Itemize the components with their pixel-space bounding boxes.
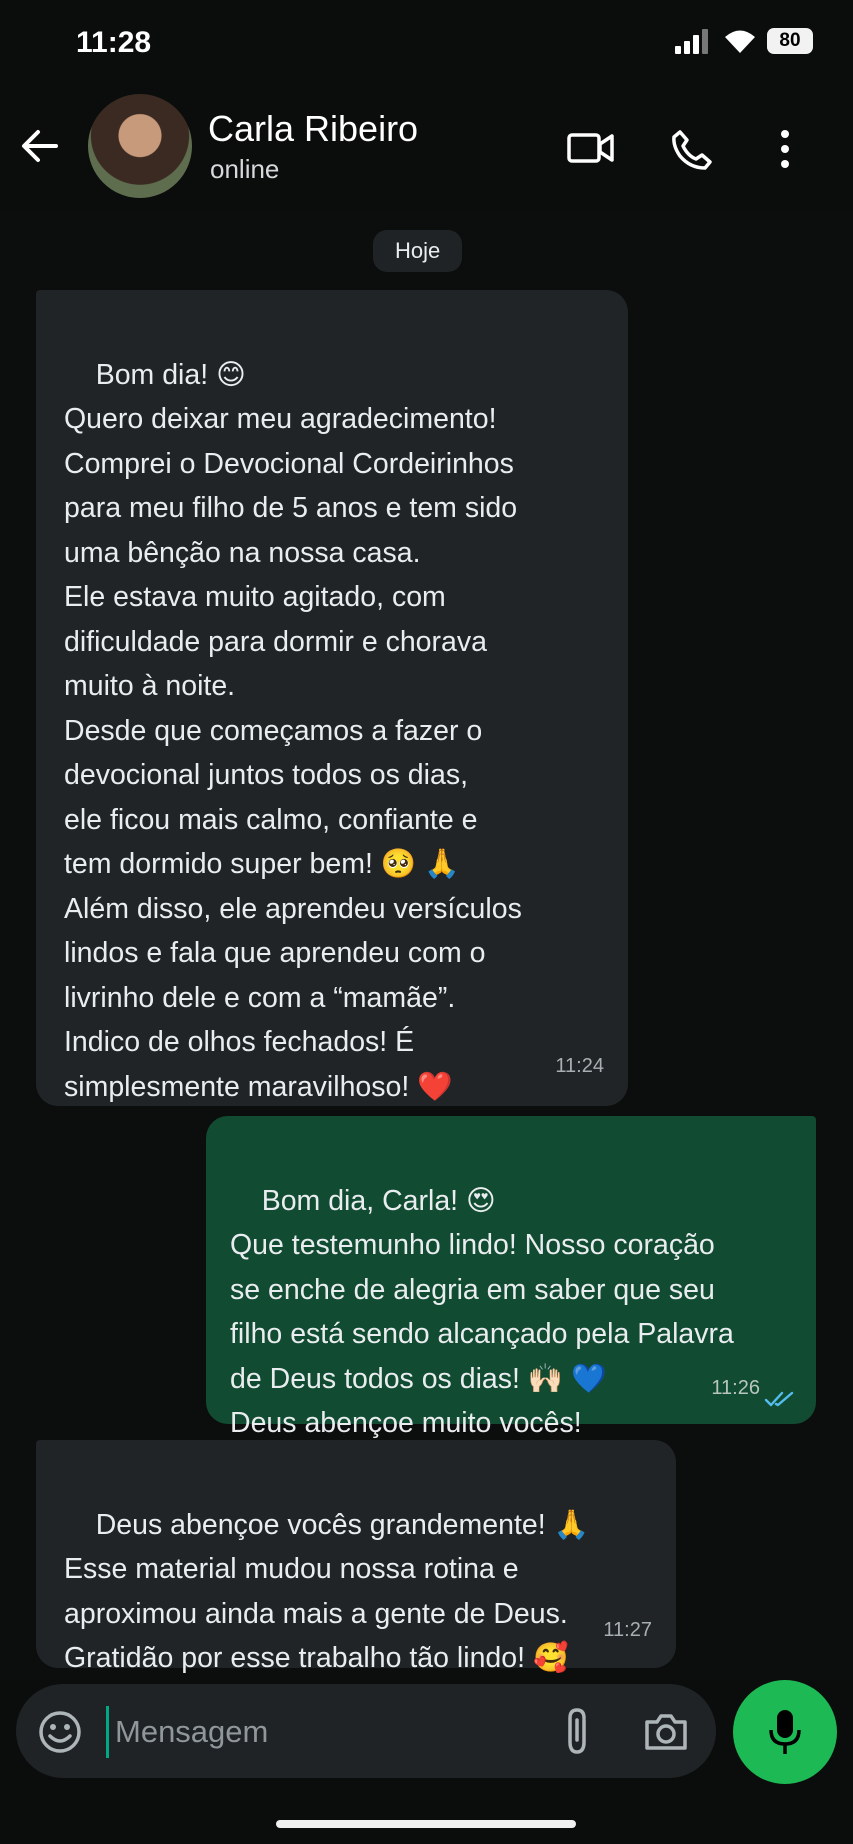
- mic-icon: [769, 1710, 801, 1754]
- status-bar: 11:28 80: [0, 0, 853, 90]
- more-vert-icon[interactable]: [775, 128, 795, 170]
- home-indicator[interactable]: [276, 1820, 576, 1828]
- attach-icon[interactable]: [562, 1706, 592, 1756]
- contact-name[interactable]: Carla Ribeiro: [208, 108, 418, 150]
- status-icons: 80: [675, 28, 813, 54]
- message-input[interactable]: [106, 1706, 557, 1758]
- avatar[interactable]: [88, 94, 192, 198]
- contact-status: online: [210, 154, 280, 184]
- video-call-icon[interactable]: [566, 128, 616, 168]
- battery-icon: 80: [767, 28, 813, 54]
- message-time: 11:26: [711, 1376, 760, 1399]
- chat-header: Carla Ribeiro online: [0, 90, 853, 210]
- message-bubble-incoming[interactable]: Deus abençoe vocês grandemente! 🙏 Esse m…: [36, 1440, 676, 1674]
- phone-icon[interactable]: [670, 128, 714, 172]
- signal-icon: [675, 29, 708, 54]
- message-bubble-outgoing[interactable]: Bom dia, Carla! 😍 Que testemunho lindo! …: [206, 1116, 816, 1439]
- wifi-icon: [725, 30, 755, 53]
- mic-button[interactable]: [733, 1680, 837, 1784]
- read-ticks-icon: [764, 1391, 794, 1407]
- date-chip: Hoje: [373, 230, 463, 272]
- chat-area[interactable]: Hoje Bom dia! 😊 Quero deixar meu agradec…: [0, 210, 853, 1680]
- camera-icon[interactable]: [643, 1710, 689, 1752]
- message-time: 11:27: [603, 1618, 652, 1641]
- message-time: 11:24: [555, 1054, 604, 1077]
- status-time: 11:28: [76, 26, 152, 59]
- message-bubble-incoming[interactable]: Bom dia! 😊 Quero deixar meu agradeciment…: [36, 290, 628, 1106]
- message-composer: [16, 1684, 716, 1778]
- message-text: Bom dia! 😊 Quero deixar meu agradeciment…: [64, 358, 522, 1103]
- message-text: Deus abençoe vocês grandemente! 🙏 Esse m…: [64, 1508, 590, 1675]
- emoji-icon[interactable]: [38, 1710, 82, 1754]
- message-text: Bom dia, Carla! 😍 Que testemunho lindo! …: [230, 1184, 734, 1440]
- back-arrow-icon[interactable]: [20, 128, 60, 164]
